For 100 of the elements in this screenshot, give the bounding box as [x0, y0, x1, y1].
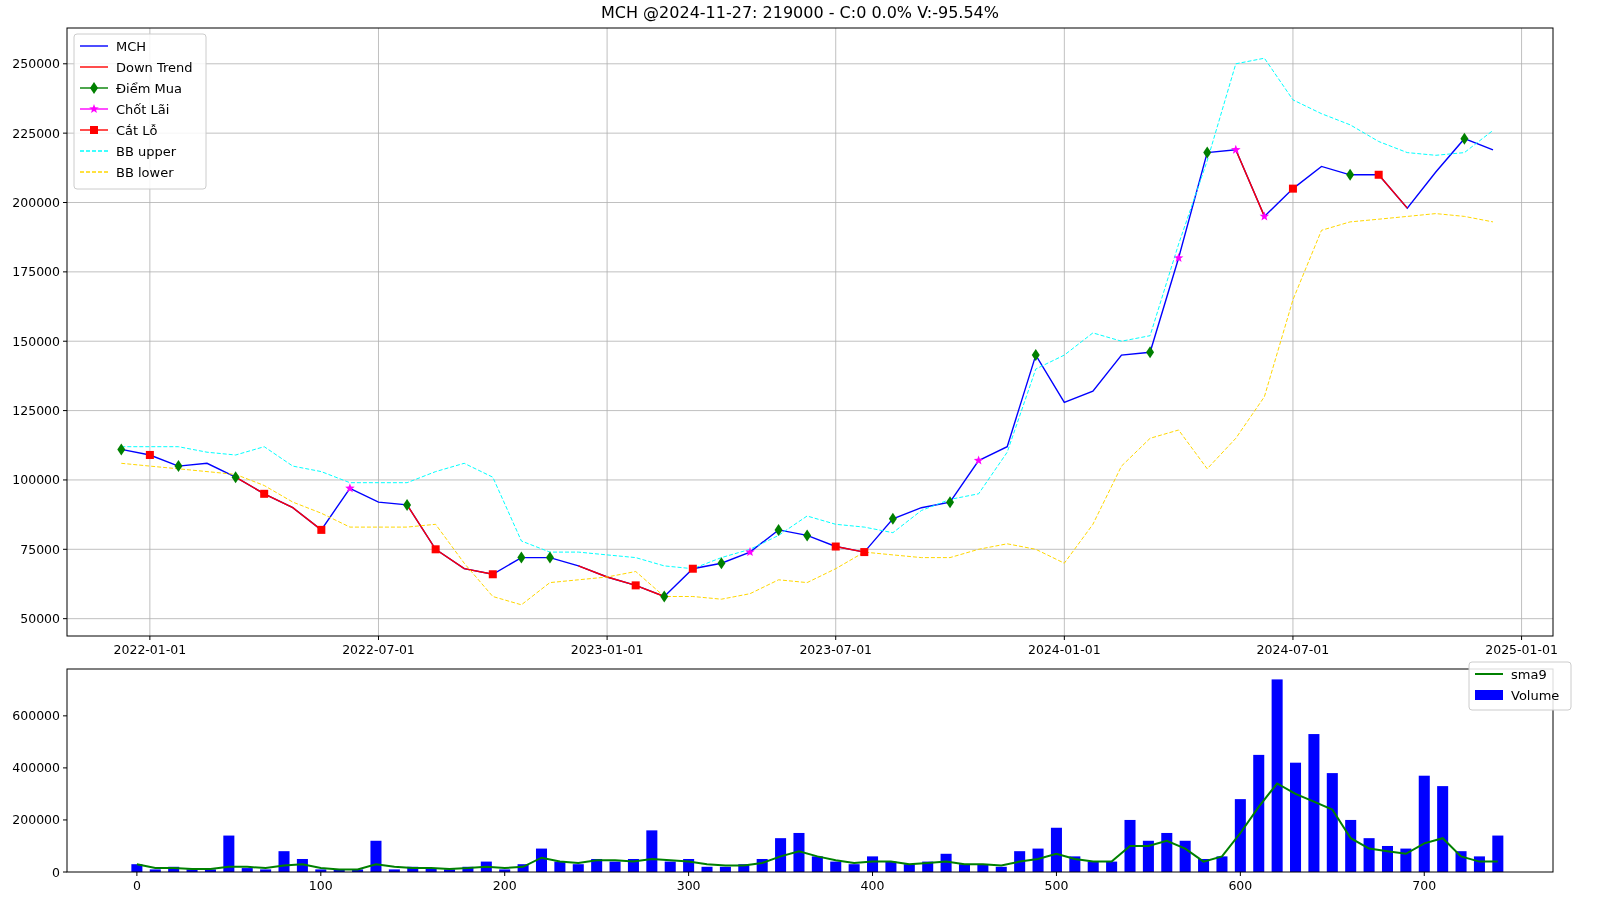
volume-bar — [995, 866, 1007, 872]
volume-bar — [719, 866, 731, 872]
tick-label: 2024-01-01 — [1028, 642, 1101, 654]
volume-bar — [204, 869, 216, 872]
tick-label: 0 — [132, 878, 141, 893]
volume-bar — [131, 864, 143, 872]
legend-label: Cắt Lỗ — [116, 122, 158, 138]
volume-bar — [186, 869, 198, 872]
volume-bar — [646, 830, 658, 872]
volume-bar — [1161, 832, 1173, 872]
volume-bar — [1124, 819, 1136, 872]
volume-bar — [1363, 838, 1375, 872]
tick-label: 75000 — [20, 541, 60, 557]
volume-bar — [425, 868, 437, 872]
volume-bar — [1345, 819, 1357, 872]
tick-label: 125000 — [12, 403, 60, 419]
volume-bar — [480, 861, 492, 872]
legend-swatch — [1475, 690, 1503, 700]
volume-bar — [352, 869, 364, 872]
volume-bar — [903, 864, 915, 872]
tick-label: 50000 — [20, 611, 60, 627]
tick-label: 600000 — [12, 708, 60, 724]
volume-bar — [756, 859, 768, 872]
legend-label: Down Trend — [116, 59, 193, 75]
volume-bar — [1381, 845, 1393, 872]
tick-label: 200000 — [12, 195, 60, 210]
legend-label: sma9 — [1511, 666, 1547, 682]
volume-bar — [168, 866, 180, 872]
volume-bar — [241, 868, 253, 872]
volume-bar — [554, 861, 566, 872]
legend-label: MCH — [116, 38, 147, 54]
volume-bar — [1216, 856, 1228, 872]
volume-bar — [296, 859, 308, 872]
volume-bar — [885, 861, 897, 872]
tick-label: 2023-01-01 — [570, 642, 644, 654]
tick-label: 200000 — [12, 812, 60, 828]
volume-bar — [1198, 859, 1210, 872]
volume-bar — [830, 861, 842, 872]
volume-bar — [701, 866, 713, 872]
legend-label: Điểm Mua — [116, 80, 182, 96]
volume-bar — [738, 864, 750, 872]
volume-bar — [444, 869, 456, 872]
volume-bar — [572, 864, 584, 872]
volume-bar — [149, 869, 161, 872]
volume-bar — [1142, 840, 1154, 872]
tick-label: 700 — [1412, 878, 1437, 893]
volume-bar — [1179, 840, 1191, 872]
volume-bar — [1400, 848, 1412, 872]
tick-label: 2023-07-01 — [799, 642, 873, 654]
volume-bar — [922, 861, 934, 872]
volume-bar — [958, 864, 970, 872]
volume-bar — [1106, 861, 1118, 872]
tick-label: 200 — [492, 878, 517, 893]
volume-bar — [333, 869, 345, 872]
volume-bar — [370, 840, 382, 872]
volume-bar — [278, 851, 290, 872]
volume-bar — [388, 869, 400, 872]
volume-bar — [848, 864, 860, 872]
tick-label: 2022-07-01 — [342, 642, 415, 654]
volume-bar — [664, 861, 676, 872]
tick-label: 250000 — [12, 56, 60, 72]
tick-label: 500 — [1044, 878, 1069, 893]
legend-label: Chốt Lãi — [116, 101, 170, 117]
volume-bar — [1069, 856, 1081, 872]
volume-bar — [811, 856, 823, 872]
volume-bar — [867, 856, 879, 872]
tick-label: 150000 — [12, 333, 60, 349]
tick-label: 2022-01-01 — [113, 642, 187, 654]
volume-bar — [775, 838, 787, 872]
volume-bar — [683, 859, 695, 872]
tick-label: 600 — [1228, 878, 1253, 893]
volume-bar — [1032, 848, 1044, 872]
volume-bar — [462, 866, 474, 872]
tick-label: 100 — [308, 878, 333, 893]
volume-bar — [407, 866, 419, 872]
tick-label: 2024-07-01 — [1256, 642, 1330, 654]
volume-bar — [627, 859, 639, 872]
volume-bar — [499, 869, 511, 872]
volume-bar — [940, 853, 952, 872]
tick-label: 400 — [860, 878, 885, 893]
legend-label: BB upper — [116, 143, 177, 159]
volume-bar — [223, 835, 235, 872]
volume-bar — [1014, 851, 1026, 872]
volume-bar — [1087, 861, 1099, 872]
tick-label: 100000 — [12, 472, 60, 488]
volume-bar — [535, 848, 547, 872]
legend-label: Volume — [1511, 687, 1560, 703]
volume-bar — [517, 864, 529, 872]
legend-label: BB lower — [116, 164, 174, 180]
tick-label: 400000 — [12, 760, 60, 776]
volume-bar — [1455, 851, 1467, 872]
volume-bar — [793, 832, 805, 872]
volume-bar — [609, 861, 621, 872]
volume-bar — [315, 869, 327, 872]
tick-label: 225000 — [12, 125, 60, 141]
chart-title: MCH @2024-11-27: 219000 - C:0 0.0% V:-95.54% — [601, 1, 999, 24]
tick-label: 0 — [52, 864, 60, 880]
volume-bar — [1473, 856, 1485, 872]
volume-bar — [1492, 835, 1504, 872]
tick-label: 175000 — [12, 264, 60, 280]
